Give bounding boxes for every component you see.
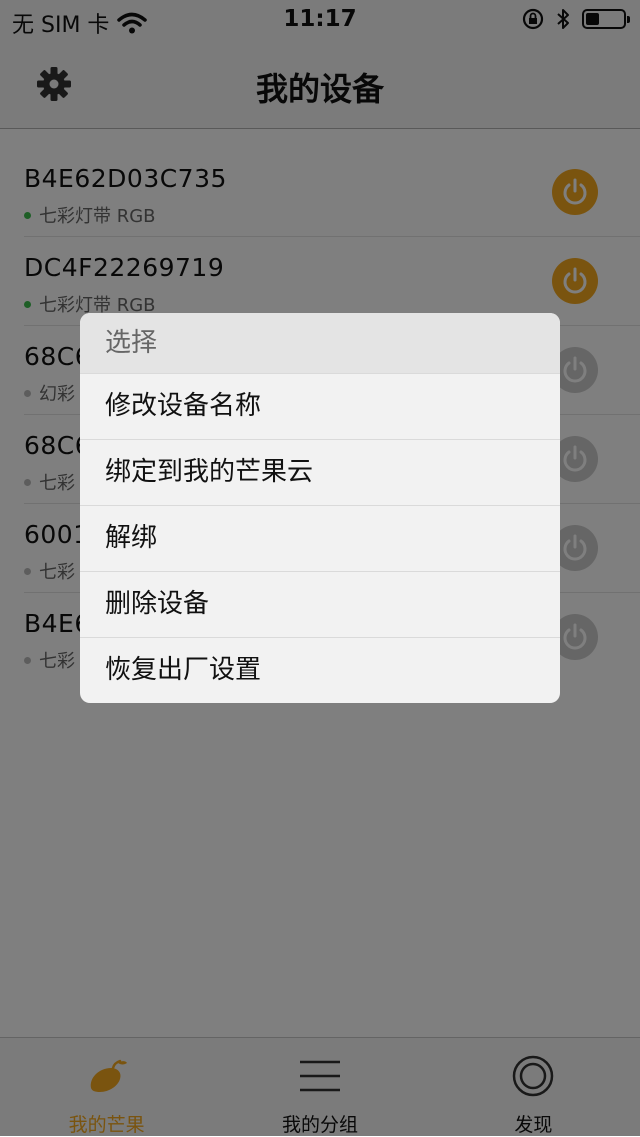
action-sheet: 选择 修改设备名称 绑定到我的芒果云 解绑 删除设备 恢复出厂设置 — [80, 313, 560, 703]
action-sheet-title: 选择 — [80, 313, 560, 373]
delete-device-option[interactable]: 删除设备 — [80, 571, 560, 637]
factory-reset-option[interactable]: 恢复出厂设置 — [80, 637, 560, 703]
rename-device-option[interactable]: 修改设备名称 — [80, 373, 560, 439]
bind-cloud-option[interactable]: 绑定到我的芒果云 — [80, 439, 560, 505]
unbind-option[interactable]: 解绑 — [80, 505, 560, 571]
